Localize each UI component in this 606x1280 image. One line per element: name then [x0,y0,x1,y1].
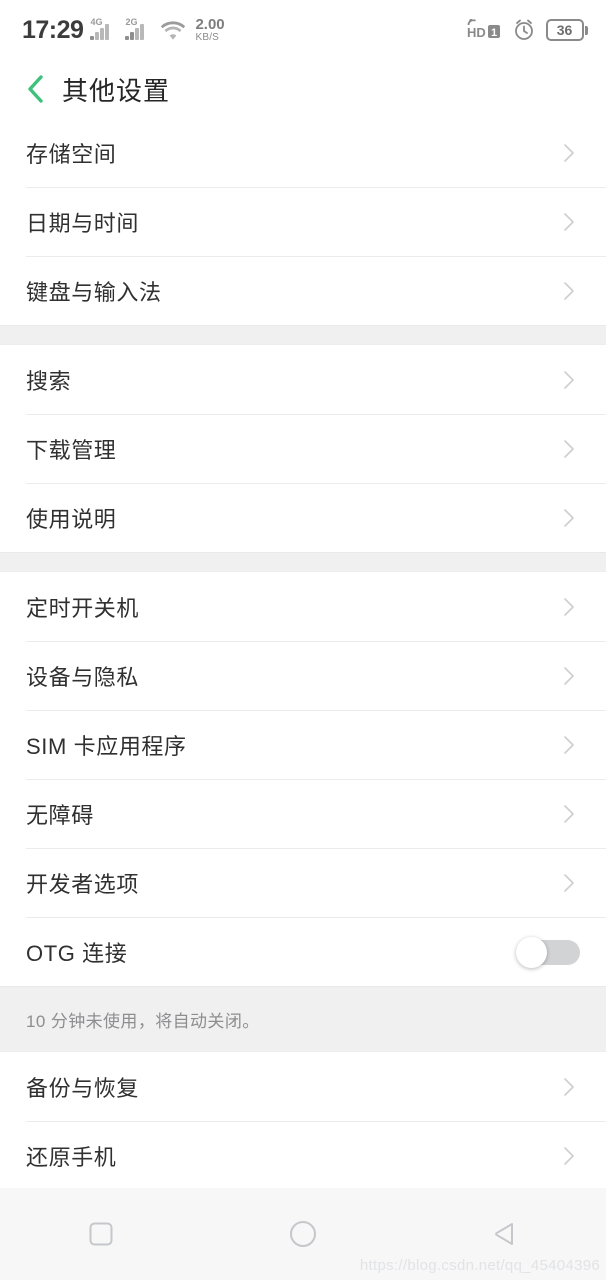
settings-row-download-manager[interactable]: 下载管理 [0,414,606,483]
row-label: 使用说明 [26,506,117,532]
settings-row-backup-restore[interactable]: 备份与恢复 [0,1052,606,1121]
settings-row-developer-options[interactable]: 开发者选项 [0,848,606,917]
page-title: 其他设置 [62,75,171,106]
chevron-right-icon [564,1146,574,1165]
settings-row-reset-phone[interactable]: 还原手机 [0,1121,606,1190]
row-label: SIM 卡应用程序 [26,733,187,759]
otg-toggle-switch[interactable] [516,936,580,968]
chevron-right-icon [564,873,574,892]
volte-hd-icon: HD 1 [467,19,500,40]
chevron-right-icon [564,439,574,458]
settings-row-device-privacy[interactable]: 设备与隐私 [0,641,606,710]
row-label: 设备与隐私 [26,664,140,690]
svg-text:1: 1 [491,27,497,39]
row-label: 日期与时间 [26,210,140,236]
row-label: OTG 连接 [26,940,128,966]
signal-4g-icon: 4G [90,18,118,42]
chevron-right-icon [564,143,574,162]
row-label: 备份与恢复 [26,1075,140,1101]
chevron-right-icon [564,212,574,231]
toggle-knob [516,936,547,968]
settings-row-date-time[interactable]: 日期与时间 [0,187,606,256]
settings-row-instructions[interactable]: 使用说明 [0,483,606,552]
watermark-text: https://blog.csdn.net/qq_45404396 [359,1257,600,1274]
otg-note-text: 10 分钟未使用，将自动关闭。 [26,1011,260,1031]
status-bar-right: HD 1 36 [466,18,588,42]
row-label: 下载管理 [26,437,117,463]
row-label: 键盘与输入法 [26,279,162,305]
signal-2g-icon: 2G [125,18,153,42]
chevron-right-icon [564,370,574,389]
battery-indicator: 36 [545,19,588,41]
row-label: 开发者选项 [26,871,140,897]
settings-group-2: 搜索 下载管理 使用说明 [0,345,606,552]
square-recents-icon [89,1222,113,1246]
status-bar-left: 17:29 4G 2G 2.00 KB/S [22,17,225,43]
row-label: 搜索 [26,368,72,394]
otg-note: 10 分钟未使用，将自动关闭。 [0,986,606,1052]
group-divider [0,325,606,345]
row-label: 无障碍 [26,802,94,828]
signal-4g-bars [90,24,109,40]
settings-list[interactable]: 存储空间 日期与时间 键盘与输入法 搜索 下载管理 使用说明 定时开关机 设备与… [0,118,606,1212]
chevron-right-icon [564,1077,574,1096]
chevron-right-icon [564,508,574,527]
svg-text:HD: HD [467,25,486,40]
wifi-icon [161,21,186,40]
settings-row-accessibility[interactable]: 无障碍 [0,779,606,848]
chevron-right-icon [564,597,574,616]
nav-home-button[interactable] [258,1204,348,1264]
network-speed-value: 2.00 [195,15,225,33]
battery-shell: 36 [545,19,584,41]
chevron-right-icon [564,666,574,685]
network-speed-unit: KB/S [195,31,220,43]
battery-nub [585,25,588,35]
settings-row-search[interactable]: 搜索 [0,345,606,414]
settings-group-3: 定时开关机 设备与隐私 SIM 卡应用程序 无障碍 开发者选项 OTG 连接 [0,572,606,986]
battery-percent-label: 36 [556,22,573,38]
settings-row-sim-applications[interactable]: SIM 卡应用程序 [0,710,606,779]
row-label: 还原手机 [26,1144,117,1170]
row-label: 定时开关机 [26,595,140,621]
status-clock: 17:29 [22,15,84,44]
triangle-back-icon [495,1223,513,1245]
row-label: 存储空间 [26,141,117,167]
nav-back-button[interactable] [460,1204,550,1264]
network-speed: 2.00 KB/S [195,17,224,43]
signal-2g-bars [125,24,144,40]
settings-row-otg-connection[interactable]: OTG 连接 [0,917,606,986]
settings-group-4: 备份与恢复 还原手机 [0,1052,606,1190]
chevron-right-icon [564,281,574,300]
settings-group-1: 存储空间 日期与时间 键盘与输入法 [0,118,606,325]
back-chevron-icon [28,75,43,103]
settings-row-storage[interactable]: 存储空间 [0,118,606,187]
status-bar: 17:29 4G 2G 2.00 KB/S HD 1 36 [0,0,606,60]
group-divider [0,552,606,572]
app-header: 其他设置 [0,60,606,118]
chevron-right-icon [564,735,574,754]
chevron-right-icon [564,804,574,823]
settings-row-keyboard-input[interactable]: 键盘与输入法 [0,256,606,325]
nav-recents-button[interactable] [56,1204,146,1264]
circle-home-icon [290,1221,316,1247]
alarm-clock-icon [514,19,533,40]
back-button[interactable] [18,71,54,107]
settings-row-scheduled-power[interactable]: 定时开关机 [0,572,606,641]
